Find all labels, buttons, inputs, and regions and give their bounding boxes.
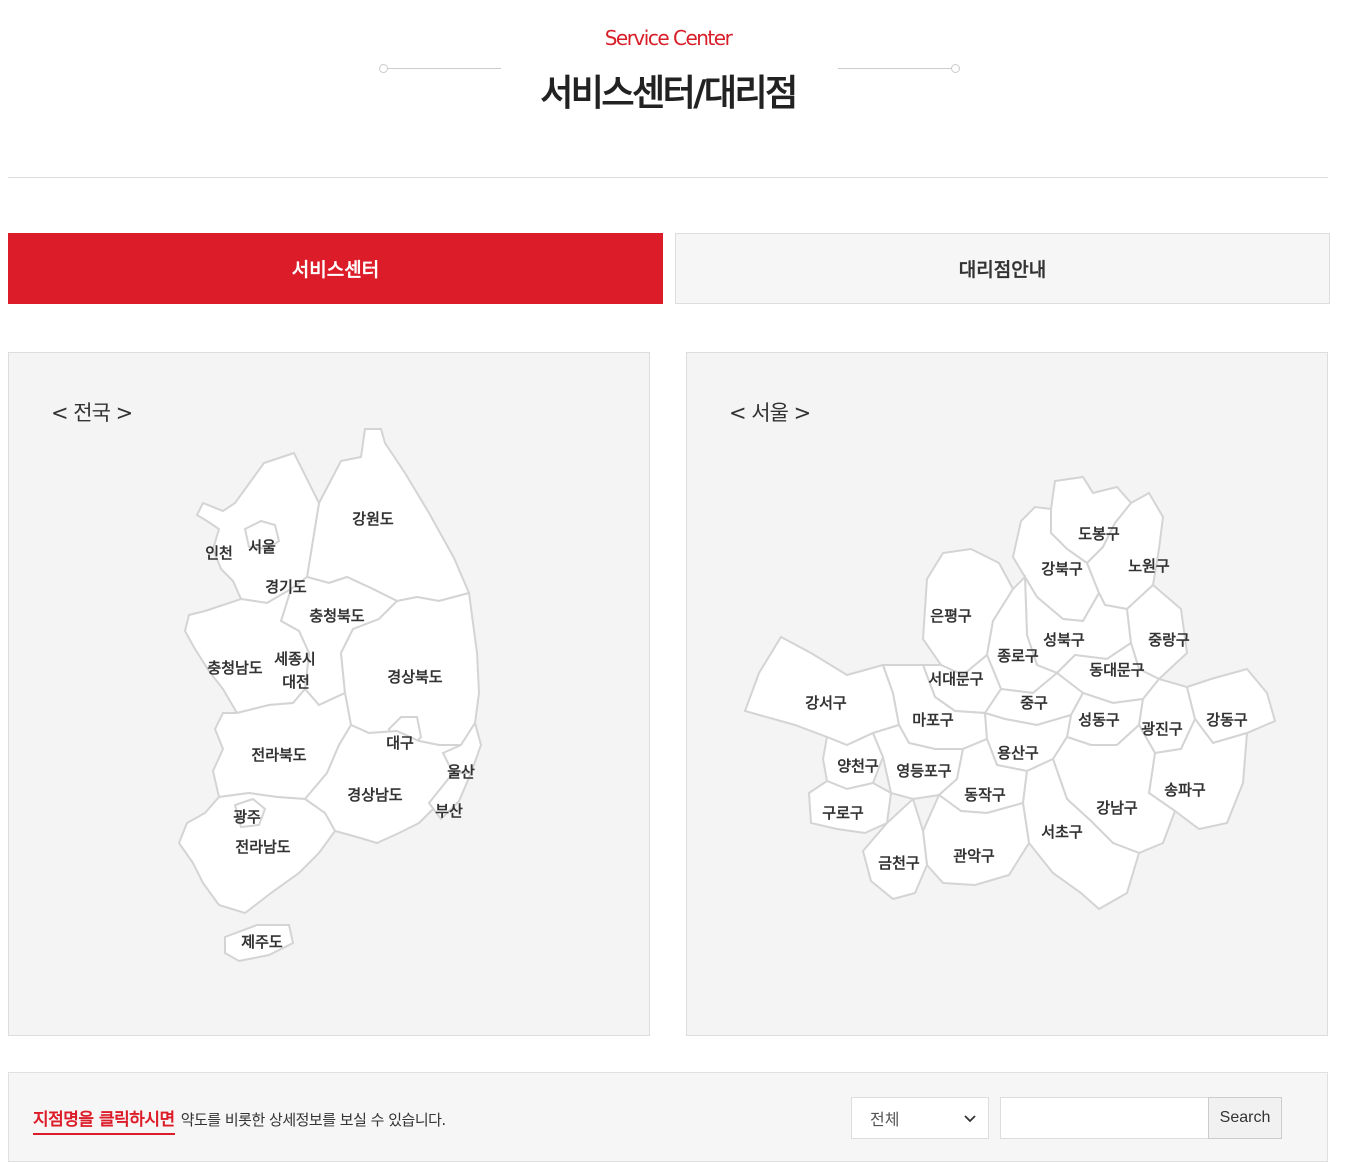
label-nowon[interactable]: 노원구 <box>1128 557 1170 575</box>
label-seoul[interactable]: 서울 <box>248 538 276 556</box>
label-chungnam[interactable]: 충청남도 <box>207 659 262 677</box>
label-gangseo[interactable]: 강서구 <box>805 694 847 712</box>
seoul-districts <box>743 475 1277 911</box>
label-seodaemun[interactable]: 서대문구 <box>928 670 983 688</box>
label-seocho[interactable]: 서초구 <box>1041 823 1083 841</box>
label-yeongdeungpo[interactable]: 영등포구 <box>896 762 951 780</box>
label-jeju[interactable]: 제주도 <box>241 933 283 951</box>
label-daegu[interactable]: 대구 <box>386 734 414 752</box>
label-dongdaemun[interactable]: 동대문구 <box>1089 661 1144 679</box>
label-gangbuk[interactable]: 강북구 <box>1041 560 1083 578</box>
search-notice-text: 약도를 비롯한 상세정보를 보실 수 있습니다. <box>180 1111 447 1129</box>
label-songpa[interactable]: 송파구 <box>1164 781 1206 799</box>
label-incheon[interactable]: 인천 <box>205 544 233 562</box>
label-dongjak[interactable]: 동작구 <box>964 786 1006 804</box>
label-gyeongnam[interactable]: 경상남도 <box>347 786 402 804</box>
label-ulsan[interactable]: 울산 <box>447 763 475 781</box>
page-title: 서비스센터/대리점 <box>540 73 798 114</box>
label-seongbuk[interactable]: 성북구 <box>1043 631 1085 649</box>
header-divider <box>8 177 1328 178</box>
label-jongno[interactable]: 종로구 <box>997 647 1039 665</box>
label-chungbuk[interactable]: 충청북도 <box>309 607 364 625</box>
national-map: 강원도 인천 서울 경기도 충청북도 충청남도 세종시 대전 경상북도 대구 울… <box>177 428 483 963</box>
district-gangseo[interactable] <box>743 635 901 747</box>
label-gwangjin[interactable]: 광진구 <box>1141 720 1183 738</box>
korea-regions <box>177 428 483 963</box>
search-bar: 지점명을 클릭하시면 약도를 비롯한 상세정보를 보실 수 있습니다. 전체 Se… <box>8 1072 1328 1162</box>
region-select-value: 전체 <box>870 1110 900 1129</box>
label-gwanak[interactable]: 관악구 <box>953 847 995 865</box>
search-notice: 지점명을 클릭하시면 약도를 비롯한 상세정보를 보실 수 있습니다. <box>33 1105 447 1135</box>
label-gyeonggi[interactable]: 경기도 <box>265 578 307 596</box>
chevron-down-icon <box>964 1115 976 1123</box>
label-yangcheon[interactable]: 양천구 <box>837 757 879 775</box>
search-input[interactable] <box>1000 1097 1209 1139</box>
label-gwangju[interactable]: 광주 <box>233 808 261 826</box>
label-jungnang[interactable]: 중랑구 <box>1148 631 1190 649</box>
label-gangnam[interactable]: 강남구 <box>1096 799 1138 817</box>
label-eunpyeong[interactable]: 은평구 <box>930 607 972 625</box>
search-button[interactable]: Search <box>1208 1097 1282 1139</box>
label-gangwon[interactable]: 강원도 <box>352 510 394 528</box>
label-guro[interactable]: 구로구 <box>822 804 864 822</box>
label-gyeongbuk[interactable]: 경상북도 <box>387 668 442 686</box>
label-yongsan[interactable]: 용산구 <box>997 744 1039 762</box>
seoul-map-panel: < 서울 > 도봉구 강북구 노원구 은평구 성북구 중랑구 종로구 동대문구 … <box>686 352 1328 1036</box>
national-map-panel: < 전국 > 강원도 인천 서울 경기도 충청북도 충청남도 세종시 대전 경상… <box>8 352 650 1036</box>
seoul-map: 도봉구 강북구 노원구 은평구 성북구 중랑구 종로구 동대문구 서대문구 강서… <box>743 475 1277 911</box>
label-busan[interactable]: 부산 <box>435 802 463 820</box>
label-jung[interactable]: 중구 <box>1020 694 1048 712</box>
label-daejeon[interactable]: 대전 <box>282 673 310 691</box>
label-dobong[interactable]: 도봉구 <box>1078 525 1120 543</box>
label-seongdong[interactable]: 성동구 <box>1078 711 1120 729</box>
search-notice-emphasis: 지점명을 클릭하시면 <box>33 1110 175 1135</box>
label-sejong[interactable]: 세종시 <box>274 650 315 668</box>
label-mapo[interactable]: 마포구 <box>912 711 954 729</box>
label-jeonbuk[interactable]: 전라북도 <box>251 746 306 764</box>
tab-service-center[interactable]: 서비스센터 <box>8 233 663 304</box>
label-jeonnam[interactable]: 전라남도 <box>235 838 290 856</box>
tab-dealer-info[interactable]: 대리점안내 <box>675 233 1330 304</box>
page-subtitle: Service Center <box>604 26 733 50</box>
label-geumcheon[interactable]: 금천구 <box>878 854 920 872</box>
label-gangdong[interactable]: 강동구 <box>1206 711 1248 729</box>
region-select[interactable]: 전체 <box>851 1097 989 1139</box>
